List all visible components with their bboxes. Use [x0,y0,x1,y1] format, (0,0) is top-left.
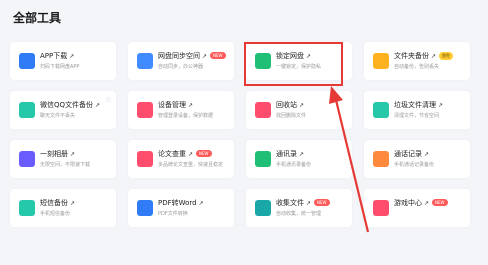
tool-description: 自动备份，告别丢失 [394,64,440,70]
tool-name: PDF转Word ↗ [158,198,204,208]
tool-name: 收集文件 ↗ NEW [276,198,330,208]
sync-diamond-icon [137,53,153,69]
tool-name: 一刻相册 ↗ [40,149,75,159]
tool-name: APP下载 ↗ [40,51,74,61]
tool-name: 设备管理 ↗ [158,100,193,110]
page-title: 全部工具 [13,11,62,25]
arrow-icon: ↗ [188,151,194,158]
tool-name-label: 论文查重 [158,150,186,158]
tool-card[interactable]: 通话记录 ↗ 手机通话记录备份 [364,140,470,178]
tool-name: 垃圾文件清理 ↗ [394,100,443,110]
arrow-icon: ↗ [438,102,444,109]
tool-name: 论文查重 ↗ NEW [158,149,212,159]
arrow-icon: ↗ [70,200,76,207]
badge: NEW [432,199,448,206]
arrow-icon: ↗ [70,151,76,158]
tool-card[interactable]: 论文查重 ↗ NEW 多品牌论文查重，快速且稳定 [128,140,234,178]
tool-name: 网盘同步空间 ↗ NEW [158,51,226,61]
tool-name-label: 短信备份 [40,199,68,207]
highlight-box [244,42,343,86]
tool-card[interactable]: APP下载 ↗ 扫码下载网盘APP [10,42,116,80]
phone-call-icon [373,151,389,167]
tool-name: 短信备份 ↗ [40,198,75,208]
tool-name-label: 一刻相册 [40,150,68,158]
tool-card[interactable]: 收集文件 ↗ NEW 自动收集，统一管理 [246,189,352,227]
tool-card[interactable]: 设备管理 ↗ 管理登录设备，保护数据 [128,91,234,129]
sms-icon [19,200,35,216]
badge: NEW [210,52,226,59]
arrow-icon: ↗ [424,151,430,158]
tool-name-label: 通讯录 [276,150,297,158]
tool-name: 游戏中心 ↗ NEW [394,198,448,208]
tool-card[interactable]: 微信QQ文件备份 ↗ 聊天文件不丢失 ☆ [10,91,116,129]
tool-card[interactable]: 网盘同步空间 ↗ NEW 自动同步，办公神器 [128,42,234,80]
tool-card[interactable]: 一刻相册 ↗ 无限空间，不限速下载 [10,140,116,178]
contacts-icon [255,151,271,167]
pdf-icon [137,200,153,216]
tool-name-label: 通话记录 [394,150,422,158]
tool-card[interactable]: 通讯录 ↗ 手机通讯录备份 [246,140,352,178]
arrow-icon: ↗ [306,200,312,207]
tool-name: 通话记录 ↗ [394,149,429,159]
arrow-icon: ↗ [299,151,305,158]
paper-check-icon [137,151,153,167]
tool-description: 无限空间，不限速下载 [40,162,91,168]
tool-name-label: 收集文件 [276,199,304,207]
arrow-icon: ↗ [198,200,204,207]
arrow-icon: ↗ [69,53,75,60]
tool-name-label: APP下载 [40,52,68,60]
tool-name: 文件夹备份 ↗ 限免 [394,51,454,61]
tool-description: 手机通讯录备份 [276,162,312,168]
arrow-icon: ↗ [188,102,194,109]
badge: NEW [196,150,212,157]
arrow-icon: ↗ [202,53,208,60]
trash-icon [255,102,271,118]
badge: 限免 [439,52,454,60]
album-icon [19,151,35,167]
tool-name-label: 回收站 [276,101,297,109]
tool-name-label: 垃圾文件清理 [394,101,436,109]
tool-card[interactable]: 短信备份 ↗ 手机短信备份 [10,189,116,227]
badge: NEW [314,199,330,206]
phone-icon [19,53,35,69]
device-icon [137,102,153,118]
tool-description: 清理文件，节省空间 [394,113,440,119]
arrow-icon: ↗ [299,102,305,109]
arrow-icon: ↗ [95,102,101,109]
tool-description: 聊天文件不丢失 [40,113,76,119]
tool-name-label: 设备管理 [158,101,186,109]
tool-name: 回收站 ↗ [276,100,304,110]
star-icon[interactable]: ☆ [105,95,112,104]
tool-description: 找回删除文件 [276,113,307,119]
tool-card[interactable]: 文件夹备份 ↗ 限免自动备份，告别丢失 [364,42,470,80]
tool-name: 通讯录 ↗ [276,149,304,159]
game-icon [373,200,389,216]
arrow-icon: ↗ [431,53,437,60]
chat-bubble-icon [19,102,35,118]
tool-description: PDF文件转换 [158,211,188,217]
tool-name: 微信QQ文件备份 ↗ [40,100,100,110]
tool-card[interactable]: 游戏中心 ↗ NEW [364,189,470,227]
tool-description: 手机通话记录备份 [394,162,435,168]
tool-name-label: 文件夹备份 [394,52,429,60]
tool-description: 扫码下载网盘APP [40,64,80,70]
collect-icon [255,200,271,216]
tool-description: 多品牌论文查重，快速且稳定 [158,162,224,168]
broom-icon [373,102,389,118]
arrow-icon: ↗ [424,200,430,207]
tool-description: 自动同步，办公神器 [158,64,204,70]
folder-icon [373,53,389,69]
tool-description: 自动收集，统一管理 [276,211,322,217]
tool-name-label: 游戏中心 [394,199,422,207]
tool-card[interactable]: PDF转Word ↗ PDF文件转换 [128,189,234,227]
tool-name-label: 微信QQ文件备份 [40,101,94,109]
tool-card[interactable]: 垃圾文件清理 ↗ 清理文件，节省空间 [364,91,470,129]
tool-name-label: 网盘同步空间 [158,52,200,60]
tool-description: 手机短信备份 [40,211,71,217]
tool-description: 管理登录设备，保护数据 [158,113,214,119]
tool-card[interactable]: 回收站 ↗ 找回删除文件 [246,91,352,129]
tool-name-label: PDF转Word [158,199,197,207]
